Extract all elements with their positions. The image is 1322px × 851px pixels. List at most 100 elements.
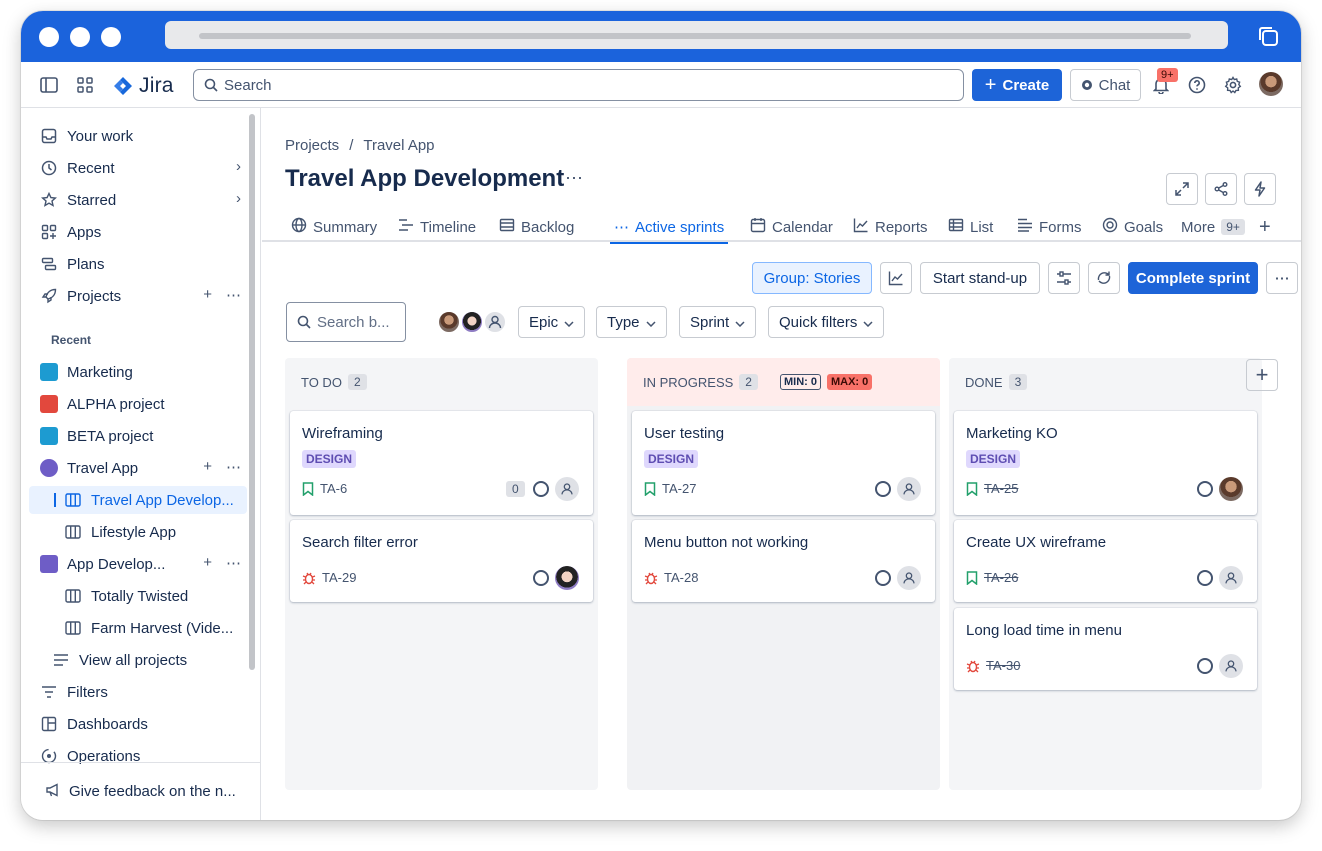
title-more-actions-icon[interactable]: ⋯ — [565, 168, 583, 189]
epic-label[interactable]: DESIGN — [966, 450, 1021, 468]
board-more-actions-icon[interactable]: ⋯ — [1266, 262, 1298, 294]
sidebar-item-your-work[interactable]: Your work — [29, 122, 247, 150]
sidebar-item-dashboards[interactable]: Dashboards — [29, 710, 247, 738]
unassigned-avatar[interactable] — [897, 477, 921, 501]
issue-key[interactable]: TA-30 — [986, 658, 1020, 673]
add-tab-plus-icon[interactable]: + — [1259, 212, 1271, 242]
automation-button[interactable] — [1244, 173, 1276, 205]
issue-card[interactable]: Menu button not working TA-28 — [632, 520, 935, 602]
epic-label[interactable]: DESIGN — [302, 450, 357, 468]
status-circle-icon[interactable] — [533, 481, 549, 497]
sidebar-project-marketing[interactable]: Marketing — [29, 358, 247, 386]
unassigned-filter-avatar[interactable] — [483, 310, 507, 334]
window-close-dot[interactable] — [39, 27, 59, 47]
complete-sprint-button[interactable]: Complete sprint — [1128, 262, 1258, 294]
add-project-plus-icon[interactable]: + — [203, 286, 212, 304]
sidebar-board-lifestyle-app[interactable]: Lifestyle App — [29, 518, 247, 546]
fullscreen-button[interactable] — [1166, 173, 1198, 205]
global-search-input[interactable]: Search — [193, 69, 964, 101]
assignee-avatar[interactable] — [555, 566, 579, 590]
help-icon[interactable] — [1187, 75, 1207, 95]
issue-card[interactable]: Long load time in menu TA-30 — [954, 608, 1257, 690]
chevron-right-icon[interactable]: › — [236, 190, 241, 207]
sidebar-scrollbar[interactable] — [249, 114, 255, 670]
assignee-filter-avatar[interactable] — [437, 310, 461, 334]
tab-forms[interactable]: Forms — [1017, 212, 1082, 242]
user-avatar[interactable] — [1259, 72, 1283, 96]
sidebar-item-starred[interactable]: Starred › — [29, 186, 247, 214]
board-search-input[interactable]: Search b... — [286, 302, 406, 342]
issue-card[interactable]: User testing DESIGN TA-27 — [632, 411, 935, 515]
column-header[interactable]: TO DO 2 — [285, 358, 598, 406]
status-circle-icon[interactable] — [875, 481, 891, 497]
chat-button[interactable]: Chat — [1070, 69, 1141, 101]
column-header[interactable]: DONE 3 — [949, 358, 1262, 406]
start-standup-button[interactable]: Start stand-up — [920, 262, 1040, 294]
column-header[interactable]: IN PROGRESS 2 MIN: 0 MAX: 0 — [627, 358, 940, 406]
issue-key[interactable]: TA-29 — [322, 570, 356, 585]
issue-key[interactable]: TA-28 — [664, 570, 698, 585]
sidebar-project-beta[interactable]: BETA project — [29, 422, 247, 450]
sidebar-item-filters[interactable]: Filters — [29, 678, 247, 706]
story-points-badge[interactable]: 0 — [506, 481, 525, 497]
sidebar-board-farm-harvest[interactable]: Farm Harvest (Vide... — [29, 614, 247, 642]
quick-filters-dropdown[interactable]: Quick filters — [768, 306, 885, 338]
assignee-avatar[interactable] — [1219, 477, 1243, 501]
create-button[interactable]: + Create — [972, 69, 1062, 101]
group-by-button[interactable]: Group: Stories — [752, 262, 872, 294]
status-circle-icon[interactable] — [1197, 481, 1213, 497]
settings-gear-icon[interactable] — [1223, 75, 1243, 95]
sidebar-item-apps[interactable]: Apps — [29, 218, 247, 246]
tab-active-sprints[interactable]: ⋯ Active sprints — [610, 212, 729, 244]
type-filter-dropdown[interactable]: Type — [596, 306, 667, 338]
unassigned-avatar[interactable] — [1219, 654, 1243, 678]
tab-more[interactable]: More 9+ — [1181, 212, 1245, 242]
give-feedback-button[interactable]: Give feedback on the n... — [21, 762, 261, 820]
app-switcher-icon[interactable] — [75, 75, 95, 95]
tab-reports[interactable]: Reports — [853, 212, 928, 242]
issue-key[interactable]: TA-27 — [662, 481, 696, 496]
chevron-right-icon[interactable]: › — [236, 158, 241, 175]
sidebar-toggle-icon[interactable] — [39, 75, 59, 95]
epic-filter-dropdown[interactable]: Epic — [518, 306, 586, 338]
issue-key[interactable]: TA-25 — [984, 481, 1018, 496]
issue-card[interactable]: Marketing KO DESIGN TA-25 — [954, 411, 1257, 515]
issue-card[interactable]: Create UX wireframe TA-26 — [954, 520, 1257, 602]
issue-card[interactable]: Search filter error TA-29 — [290, 520, 593, 602]
status-circle-icon[interactable] — [533, 570, 549, 586]
view-settings-button[interactable] — [1048, 262, 1080, 294]
sidebar-board-totally-twisted[interactable]: Totally Twisted — [29, 582, 247, 610]
breadcrumb-travel-app-link[interactable]: Travel App — [363, 137, 434, 154]
sidebar-item-projects[interactable]: Projects + ⋯ — [29, 282, 247, 310]
sprint-filter-dropdown[interactable]: Sprint — [679, 306, 757, 338]
epic-label[interactable]: DESIGN — [644, 450, 699, 468]
sidebar-project-travel-app[interactable]: Travel App + ⋯ — [29, 454, 247, 482]
add-board-plus-icon[interactable]: + — [203, 554, 212, 572]
add-column-plus-icon[interactable]: + — [1246, 359, 1278, 391]
unassigned-avatar[interactable] — [897, 566, 921, 590]
issue-card[interactable]: Wireframing DESIGN TA-6 0 — [290, 411, 593, 515]
status-circle-icon[interactable] — [875, 570, 891, 586]
tab-calendar[interactable]: Calendar — [750, 212, 833, 242]
more-actions-icon[interactable]: ⋯ — [226, 554, 241, 572]
tab-summary[interactable]: Summary — [291, 212, 377, 242]
sidebar-board-travel-app-development[interactable]: Travel App Develop... — [29, 486, 247, 514]
tabs-overview-icon[interactable] — [1257, 25, 1279, 47]
add-board-plus-icon[interactable]: + — [203, 458, 212, 476]
sidebar-project-app-develop[interactable]: App Develop... + ⋯ — [29, 550, 247, 578]
more-actions-icon[interactable]: ⋯ — [226, 286, 241, 304]
insights-button[interactable] — [880, 262, 912, 294]
breadcrumb-projects-link[interactable]: Projects — [285, 137, 339, 154]
window-zoom-dot[interactable] — [101, 27, 121, 47]
tab-goals[interactable]: Goals — [1102, 212, 1163, 242]
more-actions-icon[interactable]: ⋯ — [226, 458, 241, 476]
tab-list[interactable]: List — [948, 212, 993, 242]
share-button[interactable] — [1205, 173, 1237, 205]
jira-logo[interactable]: Jira — [113, 74, 174, 98]
address-bar[interactable] — [165, 21, 1228, 49]
issue-key[interactable]: TA-26 — [984, 570, 1018, 585]
status-circle-icon[interactable] — [1197, 658, 1213, 674]
issue-key[interactable]: TA-6 — [320, 481, 347, 496]
unassigned-avatar[interactable] — [1219, 566, 1243, 590]
assignee-filter-avatar[interactable] — [460, 310, 484, 334]
